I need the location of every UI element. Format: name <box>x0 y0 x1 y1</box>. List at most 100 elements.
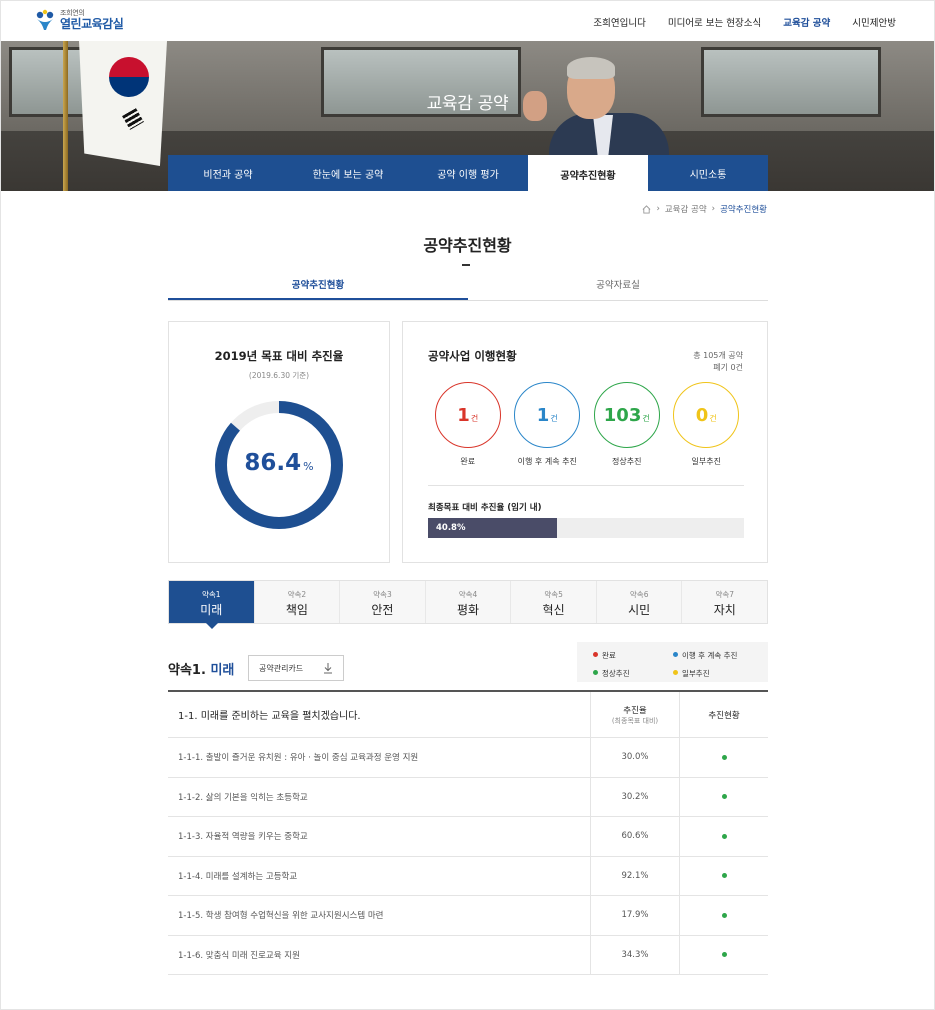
home-icon[interactable] <box>642 204 651 214</box>
page: 조희연의 열린교육감실 조희연입니다 미디어로 보는 현장소식 교육감 공약 시… <box>0 0 935 1010</box>
section-title: 약속1. 미래 <box>168 659 234 678</box>
target-rate-value: 86.4% <box>214 450 344 476</box>
row-status <box>679 738 768 777</box>
status-label: 완료 <box>460 457 476 466</box>
logo-icon <box>36 9 54 30</box>
tab-communication[interactable]: 시민소통 <box>648 155 768 191</box>
row-status <box>679 935 768 974</box>
tab-overview[interactable]: 한눈에 보는 공약 <box>288 155 408 191</box>
row-status <box>679 856 768 895</box>
pledge-tab-number: 약속5 <box>544 590 563 599</box>
total-pledges: 총 105개 공약 <box>693 351 743 360</box>
table-row[interactable]: 1-1-1. 출발이 즐거운 유치원 : 유아 · 놀이 중심 교육과정 운영 … <box>168 738 768 778</box>
status-legend: 완료 이행 후 계속 추진 정상추진 일부추진 <box>577 642 768 682</box>
status-total: 총 105개 공약 폐기 0건 <box>693 350 743 374</box>
column-header-rate: 추진율 (최종목표 대비) <box>590 692 679 737</box>
progress-fill: 40.8% <box>428 518 557 538</box>
chevron-right-icon: › <box>656 204 660 214</box>
discarded-count: 폐기 0건 <box>713 363 743 372</box>
status-ring: 1건 <box>514 382 581 448</box>
row-status <box>679 817 768 856</box>
status-dot-icon <box>721 873 727 879</box>
logo-sub-text: 조희연의 <box>60 9 85 17</box>
row-rate: 17.9% <box>590 896 679 935</box>
pledge-tab-number: 약속3 <box>373 590 392 599</box>
download-icon <box>324 663 332 674</box>
tab-evaluation[interactable]: 공약 이행 평가 <box>408 155 528 191</box>
pledge-card-download-button[interactable]: 공약관리카드 <box>248 655 344 681</box>
row-title: 1-1-1. 출발이 즐거운 유치원 : 유아 · 놀이 중심 교육과정 운영 … <box>178 753 419 764</box>
nav-item-proposals[interactable]: 시민제안방 <box>852 15 896 29</box>
status-unit: 건 <box>550 413 558 423</box>
row-rate: 30.0% <box>590 738 679 777</box>
legend-dot-icon <box>673 669 678 675</box>
status-label: 일부추진 <box>691 457 721 466</box>
status-ring: 1건 <box>434 382 501 448</box>
progress-bar: 40.8% <box>428 518 744 538</box>
pledge-tab-name: 미래 <box>200 603 223 617</box>
table-row[interactable]: 1-1-5. 학생 참여형 수업혁신을 위한 교사지원시스템 마련 17.9% <box>168 896 768 936</box>
pledge-tab-name: 시민 <box>628 603 651 617</box>
table-row[interactable]: 1-1-3. 자율적 역량을 키우는 중학교 60.6% <box>168 817 768 857</box>
status-unit: 건 <box>709 413 717 423</box>
pledge-tab-number: 약속4 <box>458 590 478 599</box>
legend-item: 정상추진 <box>593 668 673 683</box>
logo-main-text: 열린교육감실 <box>60 17 124 31</box>
table-row[interactable]: 1-1-6. 맞춤식 미래 진로교육 지원 34.3% <box>168 935 768 975</box>
status-dot-icon <box>721 952 727 958</box>
legend-dot-icon <box>593 669 598 675</box>
divider <box>428 485 744 486</box>
row-rate: 30.2% <box>590 777 679 816</box>
pledge-tab-1[interactable]: 약속1 미래 <box>169 581 254 629</box>
status-unit: 건 <box>642 413 650 423</box>
site-logo[interactable]: 조희연의 열린교육감실 <box>34 9 124 31</box>
table-row[interactable]: 1-1-4. 미래를 설계하는 고등학교 92.1% <box>168 856 768 896</box>
nav-item-pledges[interactable]: 교육감 공약 <box>783 15 830 29</box>
status-circles: 1건 완료 1건 이행 후 계속 추진 103 건 정상추진 0건 일부추진 <box>428 382 746 467</box>
status-label: 정상추진 <box>612 457 642 466</box>
tab-vision[interactable]: 비전과 공약 <box>168 155 288 191</box>
target-rate-title: 2019년 목표 대비 추진율 <box>214 349 344 363</box>
row-status <box>679 896 768 935</box>
pledge-tab-3[interactable]: 약속3 안전 <box>339 581 425 623</box>
status-dot-icon <box>721 833 727 839</box>
subtab-progress[interactable]: 공약추진현황 <box>168 273 468 300</box>
status-dot-icon <box>721 912 727 918</box>
pledge-tab-name: 혁신 <box>542 603 565 617</box>
status-normal: 103 건 정상추진 <box>587 382 667 467</box>
row-rate: 60.6% <box>590 817 679 856</box>
row-rate: 92.1% <box>590 856 679 895</box>
pledge-tab-name: 책임 <box>285 603 308 617</box>
status-count: 0 <box>695 404 709 426</box>
status-partial: 0건 일부추진 <box>667 382 747 467</box>
pledge-tab-6[interactable]: 약속6 시민 <box>595 581 682 623</box>
pledge-tab-7[interactable]: 약속7 자치 <box>681 581 768 623</box>
status-unit: 건 <box>470 413 479 423</box>
status-count: 1 <box>457 404 470 426</box>
table-row[interactable]: 1-1-2. 삶의 기본을 익히는 초등학교 30.2% <box>168 777 768 817</box>
pledge-tab-4[interactable]: 약속4 평화 <box>424 581 511 623</box>
nav-item-about[interactable]: 조희연입니다 <box>593 15 645 29</box>
legend-label: 이행 후 계속 추진 <box>682 651 738 660</box>
pledge-tab-5[interactable]: 약속5 혁신 <box>510 581 596 623</box>
pledge-tab-2[interactable]: 약속2 책임 <box>253 581 340 623</box>
sub-tabs: 공약추진현황 공약자료실 <box>168 273 768 301</box>
rate-unit: % <box>303 460 314 473</box>
subtab-archive[interactable]: 공약자료실 <box>468 273 768 300</box>
status-count: 1 <box>536 404 550 426</box>
breadcrumb: › 교육감 공약 › 공약추진현황 <box>642 203 767 215</box>
column-header-status: 추진현황 <box>679 692 768 737</box>
status-label: 이행 후 계속 추진 <box>517 457 577 466</box>
breadcrumb-item[interactable]: 교육감 공약 <box>665 203 707 215</box>
pledge-tab-name: 평화 <box>456 603 480 617</box>
pledge-tabs: 약속1 미래 약속2 책임 약속3 안전 약속4 평화 약속5 혁신 약속6 시민 약속7 자… <box>168 580 768 629</box>
nav-item-media[interactable]: 미디어로 보는 현장소식 <box>668 15 761 29</box>
target-rate-card: 2019년 목표 대비 추진율 (2019.6.30 기준) 86.4% <box>168 321 390 563</box>
tab-progress[interactable]: 공약추진현황 <box>528 155 648 191</box>
legend-item: 완료 <box>593 650 673 665</box>
legend-label: 일부추진 <box>682 668 710 678</box>
rate-header-sub: (최종목표 대비) <box>611 716 659 725</box>
pledge-tab-number: 약속1 <box>202 590 221 599</box>
section-prefix: 약속1. <box>168 663 206 678</box>
breadcrumb-current: 공약추진현황 <box>720 205 767 215</box>
